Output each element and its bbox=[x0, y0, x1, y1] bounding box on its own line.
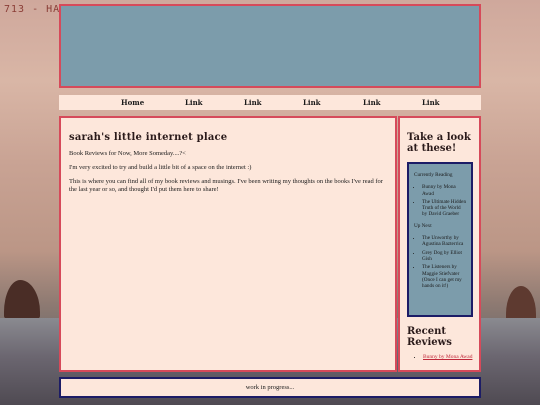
currently-reading-label: Currently Reading bbox=[414, 172, 453, 178]
up-next-list: The Unworthy by Agustina Bazterrica Grey… bbox=[414, 235, 467, 289]
reading-list-box: Currently Reading Bunny by Mona Awad The… bbox=[407, 162, 473, 317]
up-next-label: Up Next bbox=[414, 222, 432, 229]
about-paragraph: This is where you can find all of my boo… bbox=[69, 178, 383, 193]
list-item: Bunny by Mona Awad bbox=[423, 354, 473, 361]
intro-paragraph: I'm very excited to try and build a litt… bbox=[69, 164, 252, 171]
nav-link-2[interactable]: Link bbox=[244, 98, 262, 107]
list-item: The Ultimate Hidden Truth of the World b… bbox=[422, 199, 467, 218]
nav-link-4[interactable]: Link bbox=[363, 98, 381, 107]
nav-bar: Home Link Link Link Link Link bbox=[59, 95, 481, 110]
page-title: sarah's little internet place bbox=[69, 132, 228, 143]
header-banner bbox=[59, 4, 481, 88]
list-item: Bunny by Mona Awad bbox=[422, 184, 467, 197]
background-sea-stack-left bbox=[4, 280, 40, 320]
review-link[interactable]: Bunny by Mona Awad bbox=[423, 354, 472, 360]
nav-link-1[interactable]: Link bbox=[185, 98, 203, 107]
recent-reviews-list: Bunny by Mona Awad bbox=[407, 354, 473, 361]
nav-home[interactable]: Home bbox=[121, 98, 144, 107]
background-caption: 713 - HAV bbox=[4, 4, 68, 15]
footer: work in progress... bbox=[59, 377, 481, 398]
nav-link-3[interactable]: Link bbox=[303, 98, 321, 107]
sidebar: Take a look at these! Currently Reading … bbox=[398, 116, 481, 372]
list-item: The Unworthy by Agustina Bazterrica bbox=[422, 235, 467, 248]
list-item: Grey Dog by Elliot Gish bbox=[422, 250, 467, 263]
currently-reading-list: Bunny by Mona Awad The Ultimate Hidden T… bbox=[414, 184, 467, 217]
recent-reviews-title: Recent Reviews bbox=[407, 326, 452, 348]
sidebar-title: Take a look at these! bbox=[407, 132, 471, 154]
main-content: sarah's little internet place Book Revie… bbox=[59, 116, 397, 372]
nav-link-5[interactable]: Link bbox=[422, 98, 440, 107]
page-subtitle: Book Reviews for Now, More Someday....?< bbox=[69, 150, 186, 157]
list-item: The Listeners by Maggie Stiefvater (Once… bbox=[422, 264, 467, 289]
